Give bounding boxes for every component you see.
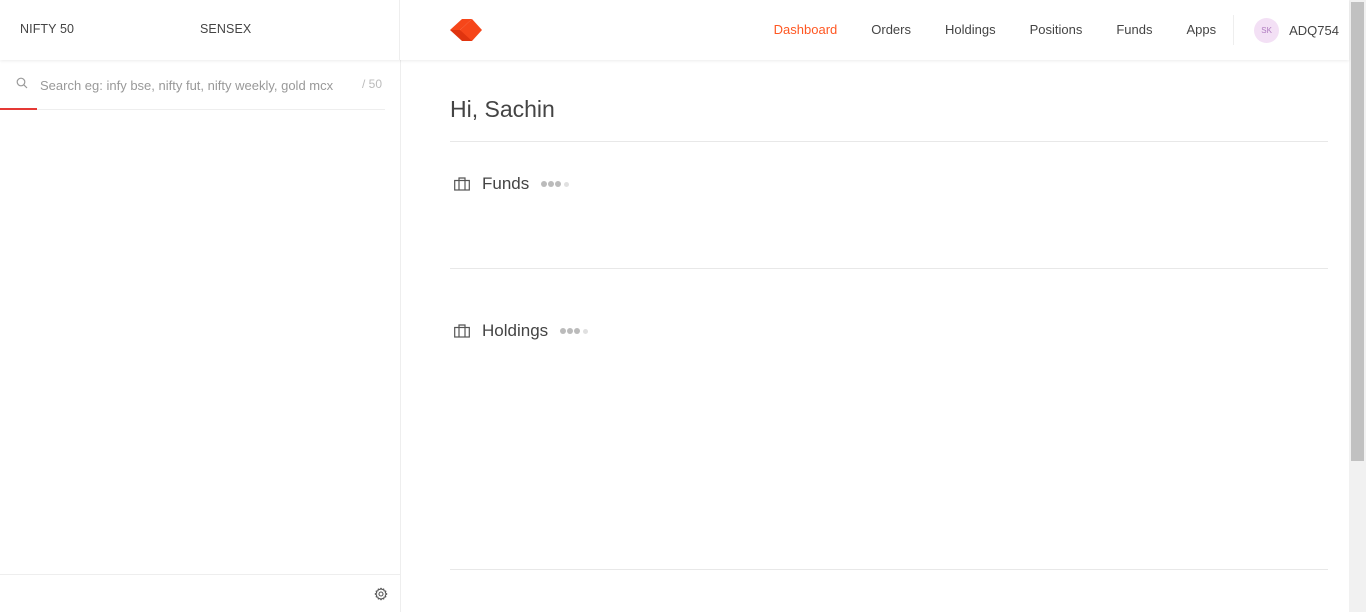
page-scrollbar[interactable]: [1349, 0, 1366, 612]
briefcase-icon: [454, 177, 470, 191]
briefcase-icon: [454, 324, 470, 338]
user-menu[interactable]: SK ADQ754: [1236, 17, 1339, 43]
holdings-section-label: Holdings: [482, 321, 549, 340]
loading-indicator: [560, 328, 589, 334]
divider: [450, 141, 1328, 142]
nav-apps[interactable]: Apps: [1169, 0, 1233, 60]
nav-separator: [1233, 15, 1235, 45]
search-input[interactable]: [40, 75, 350, 95]
dashboard-main: Hi, Sachin Funds Holdings: [450, 60, 1328, 612]
watchlist-count: / 50: [362, 77, 383, 91]
nav-holdings[interactable]: Holdings: [928, 0, 1013, 60]
nav-positions[interactable]: Positions: [1013, 0, 1100, 60]
main-nav: Dashboard Orders Holdings Positions Fund…: [757, 0, 1339, 60]
nav-orders[interactable]: Orders: [854, 0, 928, 60]
sidebar-footer: [0, 574, 400, 612]
top-header: NIFTY 50 SENSEX Dashboard Orders Holding…: [0, 0, 1349, 60]
funds-section-label: Funds: [482, 174, 530, 193]
page-title: Hi, Sachin: [450, 96, 555, 122]
index-nifty-50[interactable]: NIFTY 50: [20, 22, 74, 36]
holdings-section-header: Holdings: [450, 321, 589, 341]
search-bar: / 50: [0, 60, 385, 110]
loading-indicator: [541, 181, 570, 187]
divider: [450, 569, 1328, 570]
kite-logo-icon[interactable]: [450, 19, 482, 41]
funds-section-header: Funds: [450, 174, 570, 194]
marketwatch-sidebar: / 50: [0, 60, 401, 612]
search-focus-underline: [0, 108, 37, 110]
nav-funds[interactable]: Funds: [1099, 0, 1169, 60]
scrollbar-thumb[interactable]: [1351, 2, 1364, 461]
market-indices: NIFTY 50 SENSEX: [0, 0, 400, 60]
avatar[interactable]: SK: [1254, 17, 1280, 43]
nav-dashboard[interactable]: Dashboard: [757, 0, 855, 60]
user-id[interactable]: ADQ754: [1289, 23, 1339, 38]
index-sensex[interactable]: SENSEX: [200, 22, 251, 36]
search-icon: [16, 77, 28, 89]
divider: [450, 268, 1328, 269]
gear-icon[interactable]: [374, 587, 388, 601]
